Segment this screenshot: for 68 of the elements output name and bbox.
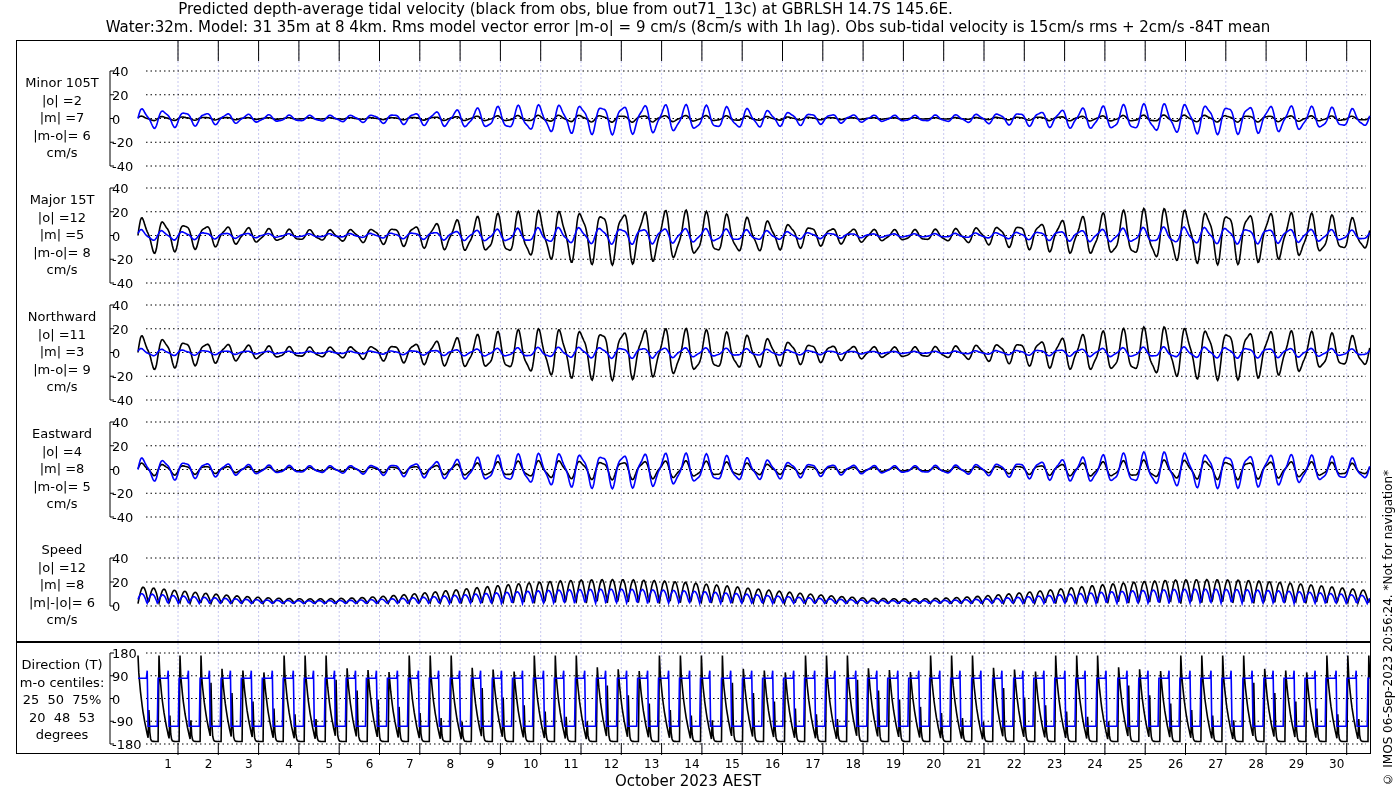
- axis-tick-label: 27: [1207, 756, 1225, 772]
- chart-subtitle: Water:32m. Model: 31 35m at 8 4km. Rms model vector error |m-o| = 9 cm/s (8cm/s with 1h lag). Obs sub-tidal velocity is 15cm/s rms + 2cm/s -84T mean: [105, 18, 1271, 36]
- axis-tick-label: -20: [112, 135, 134, 151]
- axis-tick-label: 1: [163, 756, 173, 772]
- axis-tick-label: -20: [112, 252, 134, 268]
- axis-tick-label: 40: [112, 551, 129, 566]
- axis-tick-label: 14: [683, 756, 701, 772]
- axis-tick-label: -40: [112, 159, 134, 174]
- axis-tick-label: 40: [112, 298, 129, 313]
- axis-tick-label: 15: [723, 756, 741, 772]
- axis-tick-label: 40: [112, 181, 129, 196]
- axis-tick-label: 17: [804, 756, 822, 772]
- axis-tick-label: 23: [1046, 756, 1064, 772]
- panel-label: Speed |o| =12 |m| =8 |m|-|o|= 6 cm/s: [27, 541, 97, 629]
- axis-tick-label: 28: [1247, 756, 1265, 772]
- axis-tick-label: -20: [112, 369, 134, 385]
- axis-tick-label: 20: [112, 204, 129, 220]
- axis-tick-label: 20: [925, 756, 943, 772]
- axis-tick-label: 5: [324, 756, 335, 772]
- axis-tick-label: 0: [112, 111, 121, 127]
- axis-tick-label: 180: [112, 646, 137, 661]
- axis-tick-label: 4: [284, 756, 294, 772]
- axis-tick-label: 26: [1166, 756, 1185, 772]
- axis-tick-label: 9: [485, 756, 496, 772]
- axis-tick-label: 29: [1287, 756, 1306, 772]
- chart-title: Predicted depth-average tidal velocity (black from obs, blue from out71_13c) at GBRLSH 14.7S 145.6E.: [178, 1, 954, 18]
- axis-tick-label: -20: [112, 486, 134, 502]
- axis-tick-label: 16: [763, 756, 782, 772]
- axis-tick-label: 30: [1328, 756, 1346, 772]
- axis-tick-label: 0: [112, 228, 121, 244]
- axis-tick-label: 90: [112, 668, 129, 684]
- panel-label: Northward |o| =11 |m| =3 |m-o|= 9 cm/s: [26, 308, 98, 396]
- axis-tick-label: 19: [884, 756, 903, 772]
- axis-tick-label: 21: [965, 756, 983, 772]
- panel-label: Direction (T) m-o centiles: 25 50 75% 20 48 53 degrees: [18, 656, 106, 744]
- credit-note: © IMOS 06-Sep-2023 20:56:24. *Not for navigation*: [1380, 470, 1396, 786]
- axis-tick-label: 6: [364, 756, 375, 772]
- axis-tick-label: 40: [112, 415, 129, 430]
- axis-tick-label: -40: [112, 510, 134, 525]
- axis-tick-label: 0: [112, 345, 121, 361]
- axis-tick-label: 3: [243, 756, 254, 772]
- panel-label: Major 15T |o| =12 |m| =5 |m-o|= 8 cm/s: [28, 191, 96, 279]
- axis-tick-label: 25: [1126, 756, 1144, 772]
- axis-tick-label: 22: [1005, 756, 1023, 772]
- axis-tick-label: -40: [112, 276, 134, 291]
- axis-tick-label: 0: [112, 691, 121, 707]
- axis-tick-label: -40: [112, 393, 134, 408]
- axis-tick-label: 10: [522, 756, 540, 772]
- axis-tick-label: 24: [1086, 756, 1104, 772]
- panel-label: Minor 105T |o| =2 |m| =7 |m-o|= 6 cm/s: [24, 74, 100, 162]
- axis-tick-label: -90: [112, 714, 134, 730]
- axis-tick-label: 2: [203, 756, 214, 772]
- axis-tick-label: 7: [405, 756, 415, 772]
- axis-tick-label: 0: [112, 599, 121, 614]
- axis-tick-label: 0: [112, 462, 121, 478]
- axis-tick-label: 12: [602, 756, 621, 772]
- axis-tick-label: 13: [643, 756, 661, 772]
- axis-tick-label: 20: [112, 87, 129, 103]
- axis-tick-label: 40: [112, 64, 129, 79]
- axis-tick-label: 18: [844, 756, 862, 772]
- axis-tick-label: 20: [112, 575, 129, 590]
- axis-tick-label: 11: [562, 756, 580, 772]
- axis-tick-label: 20: [112, 438, 129, 454]
- axis-tick-label: 20: [112, 321, 129, 337]
- x-axis-title: October 2023 AEST: [614, 772, 762, 790]
- axis-tick-label: -180: [112, 737, 142, 752]
- panel-label: Eastward |o| =4 |m| =8 |m-o|= 5 cm/s: [31, 425, 93, 513]
- axis-tick-label: 8: [445, 756, 456, 772]
